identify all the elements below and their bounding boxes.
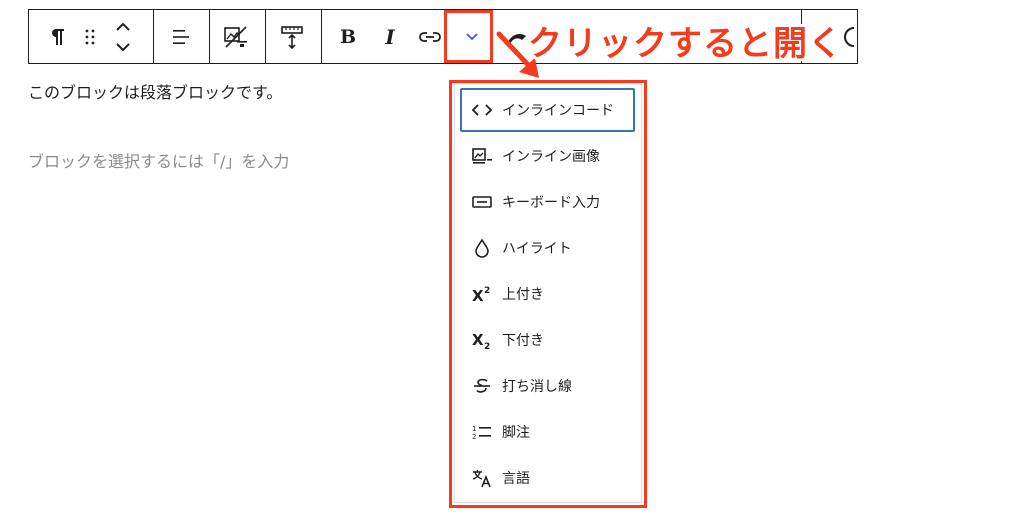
bold-label: B xyxy=(339,25,357,48)
italic-button[interactable]: I xyxy=(379,10,401,63)
media-button[interactable] xyxy=(219,10,253,63)
footnote-icon: 12 xyxy=(470,420,494,444)
menu-item-strikethrough[interactable]: 打ち消し線 xyxy=(460,364,635,408)
bold-button[interactable]: B xyxy=(337,10,359,63)
drag-handle-icon xyxy=(85,29,95,44)
toolbar-divider xyxy=(153,10,154,63)
spacing-button[interactable] xyxy=(275,10,309,63)
code-icon xyxy=(470,98,494,122)
superscript-icon: X2 xyxy=(470,282,494,306)
move-up-down-icon xyxy=(116,22,130,51)
menu-item-label: インラインコード xyxy=(502,103,614,119)
menu-item-highlight[interactable]: ハイライト xyxy=(460,226,635,270)
svg-text:1: 1 xyxy=(472,425,476,433)
menu-item-label: 上付き xyxy=(502,287,544,303)
drag-handle[interactable] xyxy=(79,10,101,63)
text-options-icon xyxy=(844,26,855,47)
toolbar-divider xyxy=(321,10,322,63)
menu-item-label: 下付き xyxy=(502,333,544,349)
toolbar-divider xyxy=(265,10,266,63)
annotation-highlight-box xyxy=(444,10,493,63)
menu-item-label: 脚注 xyxy=(502,425,530,441)
menu-item-keyboard-input[interactable]: キーボード入力 xyxy=(460,180,635,224)
subscript-icon: X2 xyxy=(470,328,494,352)
ruler-icon xyxy=(281,25,303,49)
menu-item-language[interactable]: 言語 xyxy=(460,456,635,500)
svg-text:X: X xyxy=(472,331,484,349)
menu-item-superscript[interactable]: X2 上付き xyxy=(460,272,635,316)
link-icon xyxy=(419,31,441,42)
strikethrough-icon xyxy=(470,374,494,398)
droplet-icon xyxy=(470,236,494,260)
annotation-label: クリックすると開く xyxy=(525,21,845,67)
svg-text:X: X xyxy=(472,287,484,304)
menu-item-subscript[interactable]: X2 下付き xyxy=(460,318,635,362)
menu-item-label: 言語 xyxy=(502,471,530,487)
menu-item-inline-code[interactable]: インラインコード xyxy=(460,88,635,132)
menu-item-label: キーボード入力 xyxy=(502,195,600,211)
inline-image-icon xyxy=(470,144,494,168)
menu-item-inline-image[interactable]: インライン画像 xyxy=(460,134,635,178)
svg-text:2: 2 xyxy=(484,342,490,350)
link-button[interactable] xyxy=(417,10,443,63)
svg-text:2: 2 xyxy=(484,286,490,296)
block-placeholder[interactable]: ブロックを選択するには「/」を入力 xyxy=(28,148,289,172)
media-text-icon xyxy=(224,25,247,48)
italic-label: I xyxy=(385,24,395,49)
menu-item-footnote[interactable]: 12 脚注 xyxy=(460,410,635,454)
move-up-down-button[interactable] xyxy=(111,10,135,63)
toolbar-divider xyxy=(209,10,210,63)
language-icon xyxy=(470,466,494,490)
pilcrow-icon xyxy=(52,28,64,45)
menu-item-label: ハイライト xyxy=(502,241,572,257)
menu-item-label: 打ち消し線 xyxy=(502,379,572,395)
align-icon xyxy=(173,29,189,44)
align-button[interactable] xyxy=(165,10,197,63)
paragraph-block[interactable]: このブロックは段落ブロックです。 xyxy=(28,79,282,103)
menu-item-label: インライン画像 xyxy=(502,149,600,165)
svg-text:2: 2 xyxy=(472,433,476,441)
keyboard-icon xyxy=(470,190,494,214)
paragraph-block-button[interactable] xyxy=(43,10,73,63)
